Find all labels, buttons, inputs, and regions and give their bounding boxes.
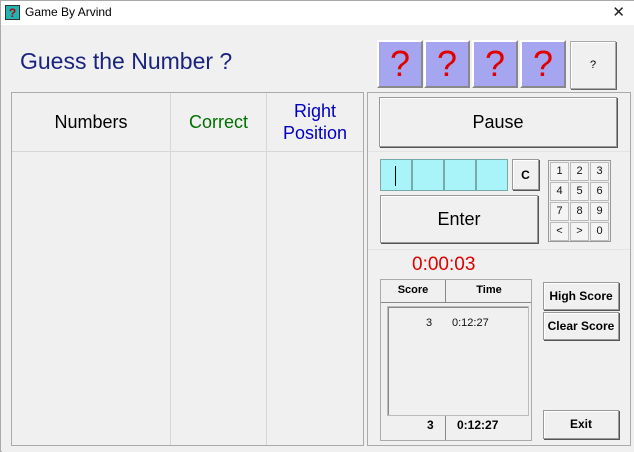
- score-row-value: 3: [426, 317, 433, 329]
- divider: [445, 416, 446, 440]
- guess-history-table: Numbers Correct Right Position: [11, 92, 364, 446]
- key-7[interactable]: 7: [550, 202, 569, 221]
- key-right-arrow[interactable]: >: [570, 222, 589, 241]
- key-6[interactable]: 6: [590, 182, 609, 201]
- window-title: Game By Arvind: [25, 5, 112, 19]
- divider: [368, 249, 630, 250]
- close-icon[interactable]: ✕: [612, 3, 625, 21]
- key-2[interactable]: 2: [570, 162, 589, 181]
- time-column-header: Time: [476, 284, 502, 296]
- key-4[interactable]: 4: [550, 182, 569, 201]
- app-question-icon: ?: [5, 5, 20, 20]
- best-time: 0:12:27: [457, 418, 499, 432]
- key-8[interactable]: 8: [570, 202, 589, 221]
- text-cursor: [395, 166, 396, 186]
- clear-input-button[interactable]: C: [512, 159, 539, 190]
- column-header-numbers: Numbers: [54, 112, 128, 132]
- key-5[interactable]: 5: [570, 182, 589, 201]
- elapsed-timer: 0:00:03: [412, 254, 476, 275]
- key-1[interactable]: 1: [550, 162, 569, 181]
- game-window: ? Game By Arvind ✕ Guess the Number ? ? …: [0, 0, 634, 452]
- hidden-digit-2: ?: [424, 40, 470, 88]
- exit-button[interactable]: Exit: [543, 410, 619, 439]
- page-title: Guess the Number ?: [20, 48, 233, 74]
- key-0[interactable]: 0: [590, 222, 609, 241]
- best-score: 3: [427, 418, 434, 432]
- score-table: Score Time 3 0:12:27 3 0:12:27: [380, 279, 532, 441]
- column-header-right-position: Right Position: [282, 101, 348, 143]
- key-9[interactable]: 9: [590, 202, 609, 221]
- divider: [381, 302, 531, 303]
- high-score-button[interactable]: High Score: [543, 282, 619, 310]
- score-column-header: Score: [397, 284, 429, 296]
- divider: [445, 280, 446, 302]
- title-bar: ? Game By Arvind ✕: [1, 1, 634, 25]
- number-keypad: 1 2 3 4 5 6 7 8 9 < > 0: [548, 160, 611, 242]
- digit-input-3[interactable]: [444, 159, 476, 191]
- enter-button[interactable]: Enter: [380, 195, 538, 243]
- digit-input-4[interactable]: [476, 159, 508, 191]
- hint-button[interactable]: ?: [570, 41, 616, 89]
- column-header-correct: Correct: [188, 112, 248, 132]
- score-list[interactable]: 3 0:12:27: [387, 306, 529, 416]
- header-divider: [12, 151, 363, 152]
- digit-input-1[interactable]: [380, 159, 412, 191]
- digit-input-2[interactable]: [412, 159, 444, 191]
- score-row-time: 0:12:27: [452, 317, 489, 329]
- client-area: Guess the Number ? ? ? ? ? ? Numbers Cor…: [2, 25, 634, 452]
- hidden-digit-1: ?: [377, 40, 423, 88]
- pause-button[interactable]: Pause: [379, 97, 617, 147]
- divider: [368, 151, 630, 152]
- key-left-arrow[interactable]: <: [550, 222, 569, 241]
- key-3[interactable]: 3: [590, 162, 609, 181]
- control-panel: Pause C Enter 1 2 3 4 5 6 7 8 9 < > 0 0:…: [367, 92, 631, 446]
- hidden-digit-3: ?: [472, 40, 518, 88]
- clear-score-button[interactable]: Clear Score: [543, 312, 619, 340]
- hidden-digit-4: ?: [520, 40, 566, 88]
